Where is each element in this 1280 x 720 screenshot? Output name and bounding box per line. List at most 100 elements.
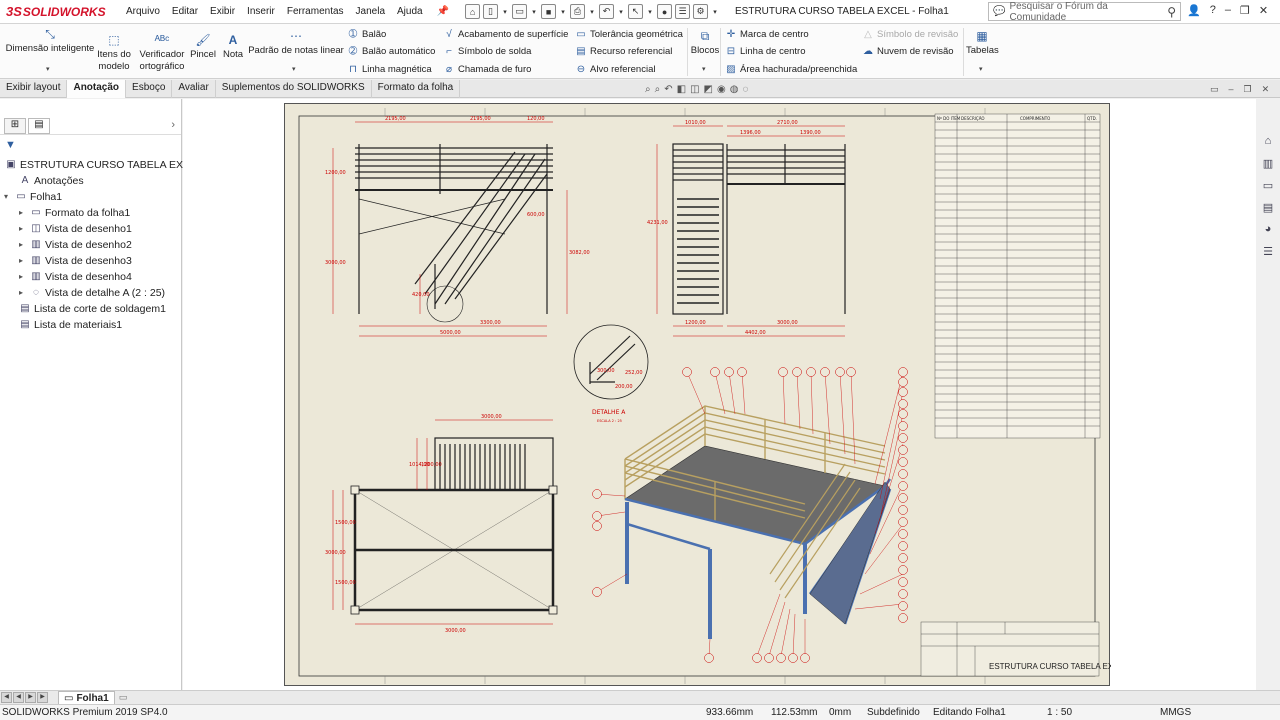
minimize-icon[interactable]: – (1225, 4, 1231, 17)
property-manager-tab-icon[interactable]: ▤ (28, 117, 50, 134)
chevron-down-icon[interactable]: ▾ (292, 65, 296, 73)
tree-item-view4[interactable]: ▸ ▥ Vista de desenho4 (19, 269, 132, 284)
datum-target-button[interactable]: ⊖ Alvo referencial (575, 62, 656, 76)
revision-symbol-button[interactable]: △ Símbolo de revisão (862, 27, 958, 41)
close-icon[interactable]: ✕ (1259, 4, 1268, 17)
feature-manager-tab-icon[interactable]: ⊞ (4, 117, 26, 134)
drawing-sheet[interactable]: 2195,00 2195,00 120,00 1200,00 3000,00 6… (284, 103, 1111, 686)
save-icon[interactable]: ■ (541, 4, 557, 19)
chevron-right-icon[interactable]: ▸ (19, 288, 29, 297)
undo-icon[interactable]: ↶ (599, 4, 615, 19)
surface-finish-button[interactable]: √ Acabamento de superfície (443, 27, 568, 41)
linear-note-pattern-button[interactable]: ⋯ Padrão de notas linear (248, 30, 344, 57)
tree-item-bom[interactable]: ▤ Lista de materiais1 (18, 317, 122, 332)
chevron-down-icon[interactable]: ▾ (979, 65, 983, 73)
smart-dimension-button[interactable]: ⤡ Dimensão inteligente (4, 28, 96, 55)
custom-properties-icon[interactable]: ☰ (1260, 245, 1276, 261)
tree-item-view3[interactable]: ▸ ▥ Vista de desenho3 (19, 253, 132, 268)
user-icon[interactable]: 👤 (1187, 4, 1201, 17)
tab-suplementos[interactable]: Suplementos do SOLIDWORKS (216, 80, 372, 98)
section-view-icon[interactable]: ◧ (677, 84, 686, 95)
chevron-right-icon[interactable]: ▸ (19, 272, 29, 281)
file-explorer-icon[interactable]: ▭ (1260, 179, 1276, 195)
auto-balloon-button[interactable]: ➁ Balão automático (347, 44, 436, 58)
tree-item-weldment-cut-list[interactable]: ▤ Lista de corte de soldagem1 (18, 301, 166, 316)
chevron-down-icon[interactable]: ▾ (4, 192, 14, 201)
chevron-right-icon[interactable]: › (171, 119, 175, 131)
tree-item-detail-view[interactable]: ▸ ◌ Vista de detalhe A (2 : 25) (19, 285, 165, 300)
first-sheet-icon[interactable]: ◀ (1, 692, 12, 703)
format-painter-button[interactable]: 🖌 Pincel (189, 34, 217, 61)
view-palette-icon[interactable]: ▤ (1260, 201, 1276, 217)
community-search-field[interactable]: 💬 Pesquisar o Fórum da Comunidade ⚲ (988, 1, 1181, 23)
chevron-right-icon[interactable]: ▸ (19, 256, 29, 265)
chevron-down-icon[interactable]: ▾ (617, 4, 625, 19)
weld-symbol-button[interactable]: ⌐ Símbolo de solda (443, 44, 531, 58)
appearances-icon[interactable]: ◕ (1260, 223, 1276, 239)
chevron-down-icon[interactable]: ▾ (559, 4, 567, 19)
search-icon[interactable]: ⚲ (1167, 5, 1176, 19)
close-icon[interactable]: ✕ (1262, 84, 1270, 95)
chevron-down-icon[interactable]: ▾ (530, 4, 538, 19)
centerline-button[interactable]: ⊟ Linha de centro (725, 44, 806, 58)
unit-system[interactable]: MMGS (1160, 707, 1191, 718)
menu-inserir[interactable]: Inserir (241, 6, 281, 17)
restore-icon[interactable]: ❐ (1244, 84, 1252, 95)
zoom-to-fit-icon[interactable]: ⌕ (645, 84, 651, 95)
next-sheet-icon[interactable]: ▶ (25, 692, 36, 703)
tree-item-sheet-format[interactable]: ▸ ▭ Formato da folha1 (19, 205, 130, 220)
menu-ferramentas[interactable]: Ferramentas (281, 6, 350, 17)
chevron-right-icon[interactable]: ▸ (19, 208, 29, 217)
solidworks-logo[interactable]: 3S SOLIDWORKS (6, 4, 106, 19)
sheet-scale[interactable]: 1 : 50 (1047, 707, 1072, 718)
magnetic-line-button[interactable]: ⊓ Linha magnética (347, 62, 432, 76)
geometric-tolerance-button[interactable]: ▭ Tolerância geométrica (575, 27, 683, 41)
menu-janela[interactable]: Janela (350, 6, 391, 17)
edit-appearance-icon[interactable]: ◍ (730, 84, 739, 95)
menu-arquivo[interactable]: Arquivo (120, 6, 166, 17)
solidworks-resources-icon[interactable]: ⌂ (1260, 135, 1276, 151)
tile-icon[interactable]: ▭ (1210, 84, 1219, 95)
file-properties-icon[interactable]: ☰ (675, 4, 691, 19)
tab-avaliar[interactable]: Avaliar (172, 80, 216, 98)
center-mark-button[interactable]: ✛ Marca de centro (725, 27, 809, 41)
help-icon[interactable]: ? (1210, 4, 1216, 17)
chevron-down-icon[interactable]: ▾ (702, 65, 706, 73)
chevron-down-icon[interactable]: ▾ (646, 4, 654, 19)
tree-item-annotations[interactable]: A Anotações (18, 173, 84, 188)
chevron-right-icon[interactable]: ▸ (19, 224, 29, 233)
previous-view-icon[interactable]: ↶ (664, 84, 672, 95)
pin-icon[interactable]: 📌 (437, 6, 449, 17)
apply-scene-icon[interactable]: ◌ (742, 84, 748, 95)
sheet-tab-folha1[interactable]: ▭ Folha1 (58, 691, 115, 704)
tab-anotacao[interactable]: Anotação (67, 80, 127, 98)
menu-exibir[interactable]: Exibir (204, 6, 241, 17)
hole-callout-button[interactable]: ⌀ Chamada de furo (443, 62, 531, 76)
restore-icon[interactable]: ❐ (1240, 4, 1250, 17)
filter-icon[interactable]: ▼ (5, 139, 16, 151)
revision-cloud-button[interactable]: ☁ Nuvem de revisão (862, 44, 954, 58)
spell-checker-button[interactable]: ᴬᴮᶜ Verificador ortográfico (136, 34, 188, 73)
options-gear-icon[interactable]: ⚙ (693, 4, 709, 19)
tables-button[interactable]: ▦ Tabelas (966, 30, 999, 57)
chevron-down-icon[interactable]: ▾ (501, 4, 509, 19)
datum-feature-button[interactable]: ▤ Recurso referencial (575, 44, 672, 58)
open-icon[interactable]: ▭ (512, 4, 528, 19)
tree-item-folha1[interactable]: ▾ ▭ Folha1 (4, 189, 62, 204)
menu-ajuda[interactable]: Ajuda (391, 6, 429, 17)
select-icon[interactable]: ↖ (628, 4, 644, 19)
tree-item-view1[interactable]: ▸ ◫ Vista de desenho1 (19, 221, 132, 236)
design-library-icon[interactable]: ▥ (1260, 157, 1276, 173)
tab-exibir-layout[interactable]: Exibir layout (0, 80, 68, 98)
previous-sheet-icon[interactable]: ◀ (13, 692, 24, 703)
area-hatch-button[interactable]: ▨ Área hachurada/preenchida (725, 62, 857, 76)
tab-esboco[interactable]: Esboço (126, 80, 173, 98)
blocks-button[interactable]: ⧉ Blocos (690, 30, 720, 57)
home-icon[interactable]: ⌂ (465, 4, 481, 19)
chevron-down-icon[interactable]: ▾ (46, 65, 50, 73)
balloon-button[interactable]: ➀ Balão (347, 27, 387, 41)
chevron-right-icon[interactable]: ▸ (19, 240, 29, 249)
last-sheet-icon[interactable]: ▶ (37, 692, 48, 703)
chevron-down-icon[interactable]: ▾ (711, 4, 719, 19)
chevron-down-icon[interactable]: ▾ (588, 4, 596, 19)
